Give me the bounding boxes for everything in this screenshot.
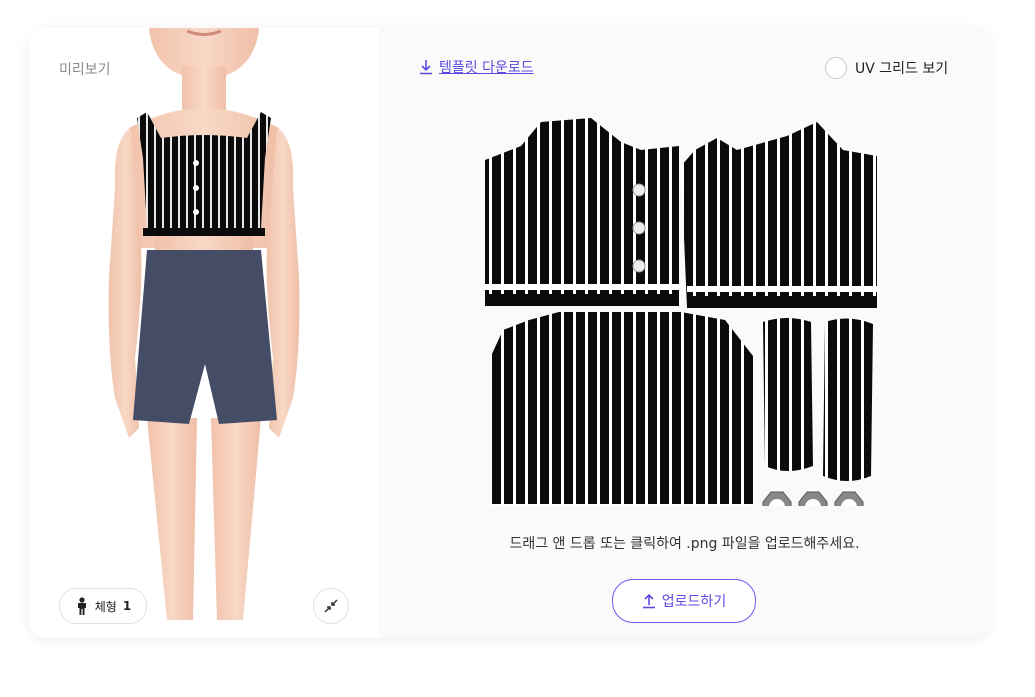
avatar-preview (108, 28, 300, 620)
download-label: 템플릿 다운로드 (439, 60, 534, 76)
upload-button-label: 업로드하기 (661, 594, 727, 610)
button-swatches (762, 491, 864, 506)
body-type-button[interactable]: 체형 1 (59, 588, 147, 624)
uv-grid-toggle[interactable]: UV 그리드 보기 (825, 57, 948, 79)
radio-icon[interactable] (825, 57, 847, 79)
template-download-link[interactable]: 템플릿 다운로드 (419, 57, 534, 77)
collapse-button[interactable] (313, 588, 349, 624)
upload-button[interactable]: 업로드하기 (612, 579, 756, 623)
upload-hint: 드래그 앤 드롭 또는 클릭하여 .png 파일을 업로드해주세요. (509, 536, 860, 552)
download-icon (420, 60, 432, 75)
editor-card: 미리보기 체형 1 템플릿 다운로드 UV 그리드 보기 드래그 앤 드롭 또는… (29, 28, 990, 638)
collapse-icon (324, 599, 338, 613)
uv-grid-label: UV 그리드 보기 (855, 61, 949, 77)
uv-template-image (485, 118, 877, 506)
person-icon (77, 597, 86, 615)
preview-panel: 미리보기 체형 1 (29, 28, 379, 638)
body-type-label: 체형 (94, 599, 117, 614)
body-type-value: 1 (122, 599, 132, 613)
upload-icon (642, 593, 655, 609)
